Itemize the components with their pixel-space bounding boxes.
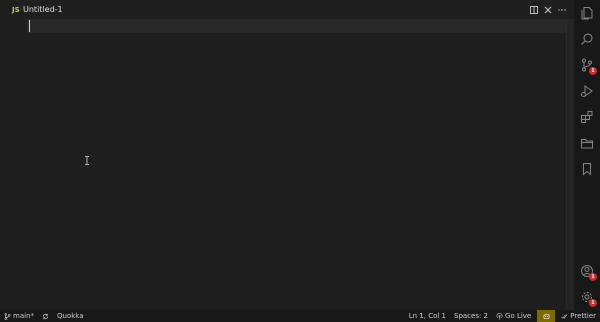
branch-label: main*	[13, 312, 34, 320]
tab-bar: JS Untitled-1	[0, 0, 574, 19]
editor-area: JS Untitled-1	[0, 0, 574, 310]
copilot-status[interactable]	[537, 310, 556, 322]
extensions-icon[interactable]	[580, 110, 594, 124]
bookmark-icon[interactable]	[580, 162, 594, 176]
status-bar: main* Quokka Ln 1, Col 1 Spaces: 2 Go Li…	[0, 310, 600, 322]
branch-icon	[4, 312, 11, 320]
account-badge: 1	[589, 273, 597, 281]
go-live-button[interactable]: Go Live	[492, 310, 535, 322]
text-cursor	[29, 20, 30, 32]
quokka-label: Quokka	[57, 312, 84, 320]
copilot-icon	[543, 313, 550, 319]
current-line-highlight	[27, 19, 574, 33]
cursor-position-label: Ln 1, Col 1	[408, 312, 446, 320]
source-control-badge: 1	[589, 67, 597, 75]
activity-bar: 1 1 1	[574, 0, 600, 310]
tab-untitled-1[interactable]: JS Untitled-1	[0, 0, 72, 19]
mouse-ibeam-icon	[85, 156, 89, 165]
close-icon[interactable]	[544, 6, 552, 14]
folder-icon[interactable]	[580, 136, 594, 150]
sync-status[interactable]	[38, 310, 53, 322]
editor-actions	[530, 0, 574, 19]
split-editor-icon[interactable]	[530, 5, 538, 14]
account-icon[interactable]: 1	[580, 264, 597, 281]
source-control-icon[interactable]: 1	[580, 58, 597, 75]
files-icon[interactable]	[580, 6, 594, 20]
gear-icon[interactable]: 1	[580, 290, 597, 307]
prettier-status[interactable]: Prettier	[557, 310, 600, 322]
cursor-position[interactable]: Ln 1, Col 1	[405, 310, 450, 322]
indentation-label: Spaces: 2	[454, 312, 489, 320]
broadcast-icon	[496, 312, 503, 320]
double-check-icon	[561, 313, 568, 319]
go-live-label: Go Live	[505, 312, 532, 320]
vertical-scrollbar[interactable]	[566, 19, 574, 310]
javascript-file-icon: JS	[12, 5, 20, 14]
code-editor[interactable]	[0, 19, 574, 310]
indentation-status[interactable]: Spaces: 2	[450, 310, 492, 322]
run-debug-icon[interactable]	[580, 84, 594, 98]
search-icon[interactable]	[580, 32, 594, 46]
manage-badge: 1	[589, 299, 597, 307]
more-actions-icon[interactable]	[558, 6, 566, 14]
branch-status[interactable]: main*	[0, 310, 38, 322]
tab-title: Untitled-1	[23, 5, 63, 14]
quokka-status[interactable]: Quokka	[53, 310, 88, 322]
sync-icon	[42, 313, 49, 319]
prettier-label: Prettier	[570, 312, 596, 320]
